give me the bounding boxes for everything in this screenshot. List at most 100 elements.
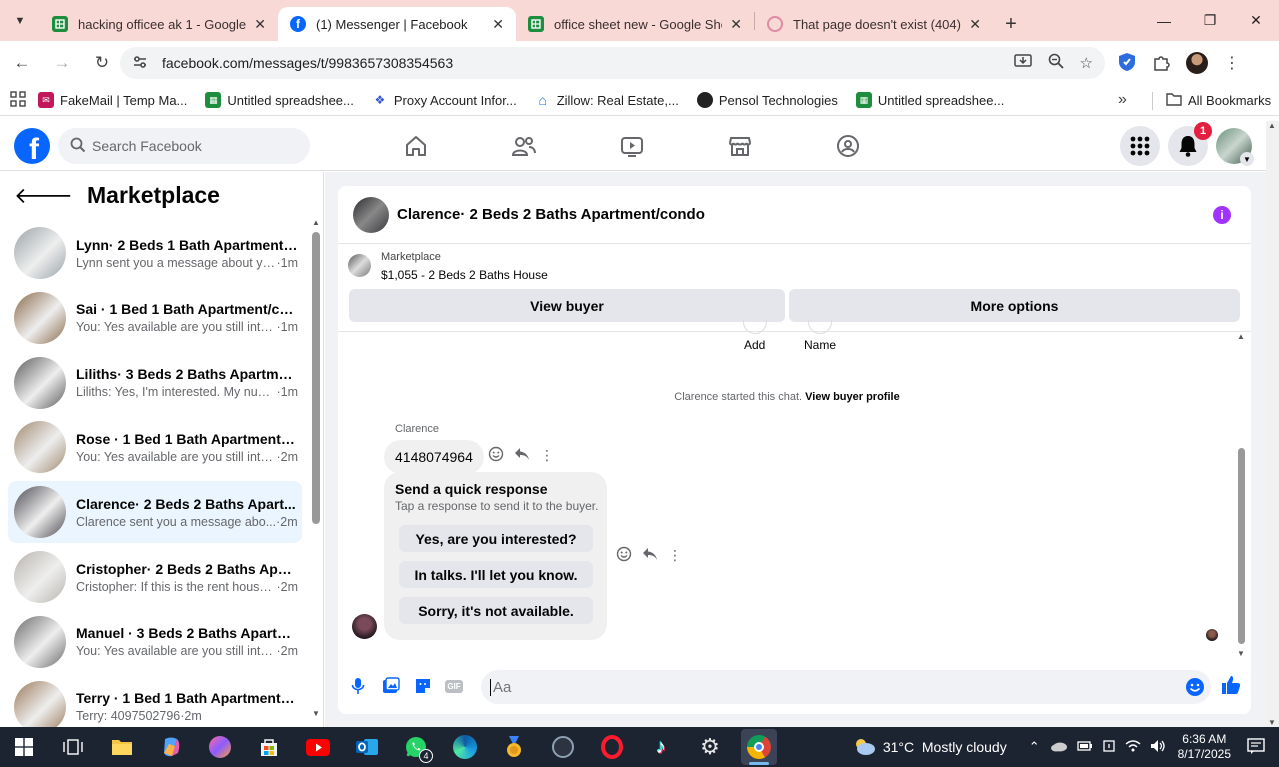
conversation-item[interactable]: Clarence· 2 Beds 2 Baths Apart... Clarenc…	[8, 481, 302, 544]
name-label[interactable]: Name	[804, 338, 836, 352]
chat-title[interactable]: Clarence· 2 Beds 2 Baths Apartment/condo	[397, 206, 705, 223]
react-emoji-icon[interactable]	[488, 446, 504, 465]
conversation-item[interactable]: Liliths· 3 Beds 2 Baths Apartmen... Lilit…	[8, 352, 302, 414]
nav-marketplace[interactable]	[686, 121, 794, 171]
scrollbar-thumb[interactable]	[1238, 448, 1245, 644]
react-emoji-icon[interactable]	[616, 546, 632, 565]
zoom-icon[interactable]	[1048, 53, 1064, 73]
scroll-up-arrow-icon[interactable]: ▲	[1268, 121, 1276, 130]
listing-price[interactable]: $1,055 - 2 Beds 2 Baths House	[381, 268, 548, 282]
weather-cloud-icon[interactable]	[851, 736, 877, 759]
apps-grid-icon[interactable]	[10, 90, 26, 110]
chat-avatar[interactable]	[353, 196, 389, 233]
nav-home[interactable]	[362, 121, 470, 171]
message-bubble[interactable]: 4148074964	[384, 440, 484, 474]
scrollbar-thumb[interactable]	[312, 232, 320, 524]
sticker-icon[interactable]	[413, 676, 433, 696]
thumbs-up-icon[interactable]	[1220, 674, 1242, 696]
bookmark-pensol[interactable]: Pensol Technologies	[696, 92, 838, 108]
notification-center-icon[interactable]	[1247, 737, 1265, 757]
sidebar-scrollbar[interactable]: ▲ ▼	[312, 218, 320, 718]
message-input-box[interactable]	[481, 670, 1211, 704]
sender-avatar[interactable]	[352, 614, 377, 639]
chrome-menu-icon[interactable]: ⋮	[1224, 53, 1240, 73]
back-arrow-icon[interactable]: 🡐	[14, 183, 73, 209]
reply-icon[interactable]	[642, 547, 658, 564]
scroll-down-arrow-icon[interactable]: ▼	[1237, 649, 1245, 658]
youtube-icon[interactable]	[300, 729, 336, 765]
close-tab-icon[interactable]: ✕	[969, 16, 981, 33]
more-vertical-icon[interactable]: ⋮	[668, 547, 682, 564]
reply-icon[interactable]	[514, 447, 530, 464]
minimize-icon[interactable]: —	[1141, 0, 1187, 41]
nav-friends[interactable]	[470, 121, 578, 171]
paint-app-icon[interactable]	[202, 729, 238, 765]
facebook-search[interactable]: Search Facebook	[58, 128, 310, 164]
bookmark-zillow[interactable]: ⌂ Zillow: Real Estate,...	[535, 92, 678, 108]
browser-tab-2[interactable]: f (1) Messenger | Facebook ✕	[278, 7, 516, 41]
close-tab-icon[interactable]: ✕	[254, 16, 266, 33]
bookmark-proxy[interactable]: ❖ Proxy Account Infor...	[372, 92, 516, 108]
reload-icon[interactable]: ↻	[84, 53, 120, 73]
close-tab-icon[interactable]: ✕	[730, 16, 742, 33]
bookmark-spreadsheet-2[interactable]: ▦ Untitled spreadshee...	[855, 92, 1004, 108]
copilot-icon[interactable]	[153, 729, 189, 765]
conversation-item[interactable]: Sai · 1 Bed 1 Bath Apartment/co... You: Y…	[8, 287, 302, 349]
thread-scrollbar[interactable]: ▲ ▼	[1236, 332, 1246, 658]
new-tab-button[interactable]: +	[993, 7, 1029, 41]
show-hidden-icons-icon[interactable]: ⌃	[1029, 739, 1040, 755]
browser-tab-4[interactable]: That page doesn't exist (404) - I ✕	[755, 7, 993, 41]
scroll-down-arrow-icon[interactable]: ▼	[1268, 718, 1276, 727]
account-avatar[interactable]: ▼	[1216, 128, 1254, 166]
puzzle-extensions-icon[interactable]	[1152, 53, 1170, 74]
site-settings-icon[interactable]	[132, 54, 148, 73]
conversation-item[interactable]: Terry · 1 Bed 1 Bath Apartment/c... Terry…	[8, 676, 302, 727]
browser-tab-3[interactable]: office sheet new - Google Shee ✕	[516, 7, 754, 41]
nav-video[interactable]	[578, 121, 686, 171]
task-view-icon[interactable]	[55, 729, 91, 765]
quick-response-in-talks[interactable]: In talks. I'll let you know.	[399, 561, 593, 588]
settings-gear-icon[interactable]: ⚙	[692, 729, 728, 765]
profile-avatar-icon[interactable]	[1186, 52, 1208, 74]
browser-tab-1[interactable]: hacking officee ak 1 - Google D ✕	[40, 7, 278, 41]
close-tab-icon[interactable]: ✕	[492, 16, 504, 33]
listing-thumbnail[interactable]	[348, 254, 371, 277]
all-bookmarks[interactable]: All Bookmarks	[1166, 92, 1271, 109]
opera-icon[interactable]	[594, 729, 630, 765]
photo-icon[interactable]	[381, 676, 401, 696]
more-bookmarks-icon[interactable]: »	[1118, 91, 1127, 109]
bookmark-fakemail[interactable]: ✉ FakeMail | Temp Ma...	[38, 92, 187, 108]
conversation-item[interactable]: Manuel · 3 Beds 2 Baths Apartm... You: Ye…	[8, 611, 302, 673]
restore-icon[interactable]: ❐	[1187, 0, 1233, 41]
view-buyer-button[interactable]: View buyer	[349, 289, 785, 322]
onedrive-icon[interactable]	[1050, 739, 1068, 755]
tiktok-icon[interactable]: ♪	[643, 729, 679, 765]
menu-button[interactable]	[1120, 126, 1160, 166]
conversation-item[interactable]: Cristopher· 2 Beds 2 Baths Apar... Cristo…	[8, 546, 302, 608]
app-icon-gray[interactable]	[545, 729, 581, 765]
file-explorer-icon[interactable]	[104, 729, 140, 765]
back-arrow-icon[interactable]: ←	[4, 53, 40, 73]
volume-icon[interactable]	[1150, 739, 1166, 756]
install-app-icon[interactable]	[1013, 53, 1032, 73]
nav-gaming[interactable]	[794, 121, 902, 171]
windows-start-icon[interactable]	[6, 729, 42, 765]
view-buyer-profile-link[interactable]: View buyer profile	[805, 391, 900, 403]
conversation-item[interactable]: Lynn· 2 Beds 1 Bath Apartment/... Lynn se…	[8, 222, 302, 284]
url-text[interactable]: facebook.com/messages/t/9983657308354563	[162, 55, 453, 71]
info-icon[interactable]: i	[1213, 206, 1231, 224]
quick-response-yes[interactable]: Yes, are you interested?	[399, 525, 593, 552]
scroll-down-arrow-icon[interactable]: ▼	[312, 709, 320, 718]
forward-arrow-icon[interactable]: →	[44, 53, 80, 73]
bookmark-star-icon[interactable]: ☆	[1080, 54, 1093, 72]
clock[interactable]: 6:36 AM 8/17/2025	[1178, 732, 1231, 762]
microsoft-store-icon[interactable]	[251, 729, 287, 765]
battery-icon[interactable]	[1076, 739, 1093, 755]
quick-response-sorry[interactable]: Sorry, it's not available.	[399, 597, 593, 624]
conversation-item[interactable]: Rose · 1 Bed 1 Bath Apartment/c... You: Y…	[8, 416, 302, 478]
wifi-icon[interactable]	[1125, 739, 1141, 755]
bookmark-spreadsheet-1[interactable]: ▦ Untitled spreadshee...	[205, 92, 354, 108]
add-label[interactable]: Add	[744, 338, 765, 352]
omnibox[interactable]: facebook.com/messages/t/9983657308354563…	[120, 47, 1105, 79]
scroll-up-arrow-icon[interactable]: ▲	[312, 218, 320, 227]
